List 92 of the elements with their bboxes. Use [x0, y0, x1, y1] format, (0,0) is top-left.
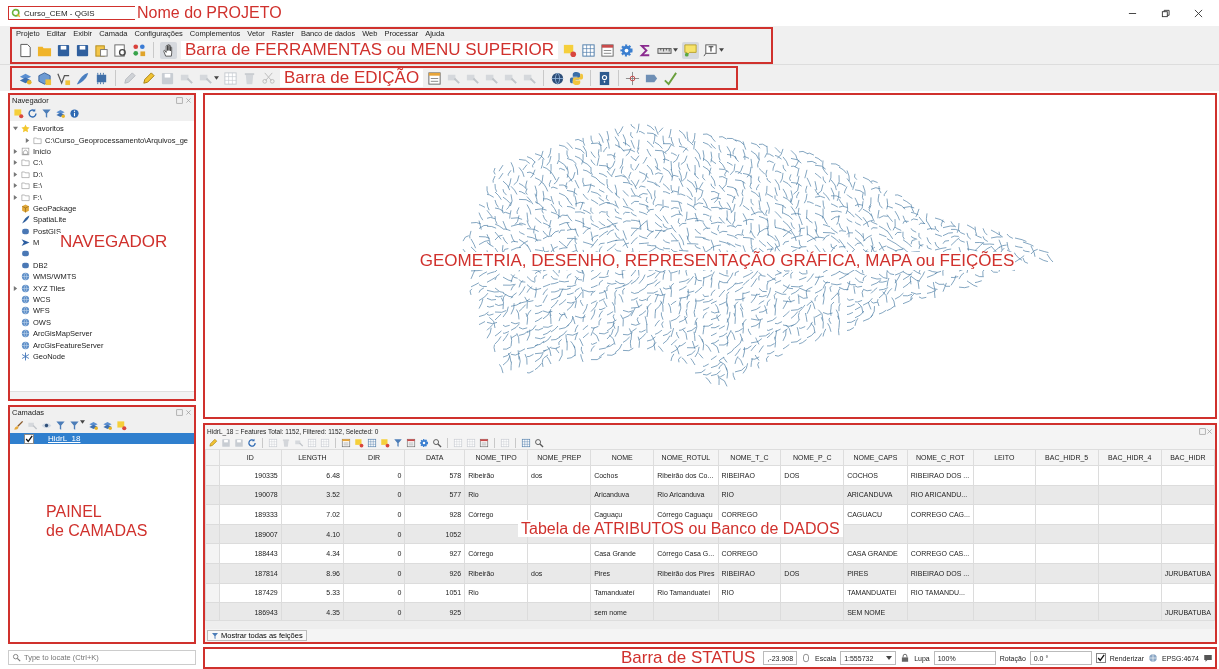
package-icon: [21, 203, 30, 213]
window-title: Curso_CEM - QGIS: [24, 8, 95, 18]
pan-hand-icon[interactable]: [160, 41, 177, 59]
expander-icon[interactable]: [13, 285, 18, 291]
polygon-layer-icon[interactable]: [37, 70, 52, 86]
page-icon[interactable]: [18, 42, 33, 58]
filter-icon[interactable]: [69, 420, 80, 431]
info-icon[interactable]: [69, 108, 80, 119]
feather-icon: [21, 215, 30, 225]
python-icon[interactable]: [569, 70, 585, 86]
message-icon[interactable]: [1203, 653, 1213, 663]
app-logo-icon: [11, 8, 21, 18]
expander-icon[interactable]: [13, 194, 18, 200]
table-icon[interactable]: [521, 438, 531, 448]
globe-icon: [21, 283, 30, 293]
selection-icon[interactable]: [380, 438, 390, 448]
checkbox[interactable]: [24, 433, 34, 444]
refresh-icon[interactable]: [27, 108, 38, 119]
crosshair-icon[interactable]: [625, 70, 641, 86]
caret-icon[interactable]: [673, 48, 679, 52]
expander-icon[interactable]: [13, 171, 18, 177]
star-icon: [21, 124, 30, 134]
refresh-icon[interactable]: [247, 438, 257, 448]
close-icon[interactable]: [1194, 8, 1203, 18]
caret-icon[interactable]: [719, 48, 725, 52]
filter-icon[interactable]: [41, 108, 52, 119]
search-icon: [12, 653, 21, 662]
selection-icon[interactable]: [116, 420, 127, 431]
search-icon[interactable]: [534, 438, 544, 448]
annotation-label: Nome do PROJETO: [137, 4, 282, 22]
globe-icon: [21, 272, 30, 282]
globe-icon: [21, 306, 30, 316]
preview-icon[interactable]: [113, 42, 128, 58]
chip-icon[interactable]: [94, 70, 109, 86]
filter-icon[interactable]: [55, 420, 66, 431]
annotation-label: Barra de STATUS: [619, 648, 757, 668]
home-icon: [21, 146, 30, 156]
expander-icon[interactable]: [13, 183, 18, 189]
expander-icon[interactable]: [13, 160, 18, 166]
layers-icon[interactable]: [55, 108, 66, 119]
gear-icon[interactable]: [419, 438, 429, 448]
gear-icon[interactable]: [619, 42, 635, 58]
table-icon[interactable]: [367, 438, 377, 448]
filter-icon: [211, 631, 219, 640]
annotation-label: Barra de FERRAMENTAS ou MENU SUPERIOR: [181, 40, 559, 60]
checkbox[interactable]: [1095, 653, 1106, 663]
expander-icon[interactable]: [13, 126, 18, 132]
calculator-icon[interactable]: [341, 438, 351, 448]
expander-icon[interactable]: [13, 148, 18, 154]
globe-icon[interactable]: [550, 70, 566, 86]
floppy-icon[interactable]: [75, 42, 90, 58]
scrollbar[interactable]: [205, 620, 1215, 629]
arrow-icon: [21, 238, 30, 248]
document-icon[interactable]: [94, 42, 109, 58]
search-icon[interactable]: [432, 438, 442, 448]
text-annotation-icon[interactable]: [703, 42, 719, 58]
map-canvas[interactable]: GEOMETRIA, DESENHO, REPRESENTAÇÃO GRÁFICA, MAPA ou FEIÇÕES: [203, 93, 1217, 419]
globe-icon: [21, 317, 30, 327]
globe-icon: [21, 329, 30, 339]
calculator-icon[interactable]: [427, 70, 443, 86]
globe-icon: [21, 295, 30, 305]
pencil-icon[interactable]: [141, 70, 156, 86]
caret-icon[interactable]: [214, 76, 219, 80]
table-icon[interactable]: [581, 42, 597, 58]
scrollbar[interactable]: [10, 391, 194, 399]
snowflake-icon: [21, 352, 30, 361]
eye-icon[interactable]: [41, 420, 52, 431]
lock-icon[interactable]: [900, 653, 911, 663]
brush-icon[interactable]: [13, 420, 24, 431]
caret-icon[interactable]: [80, 420, 85, 424]
database-icon: [21, 226, 30, 236]
restore-icon[interactable]: [1161, 8, 1170, 18]
feather-icon[interactable]: [75, 70, 90, 86]
annotation-label: GEOMETRIA, DESENHO, REPRESENTAÇÃO GRÁFICA, MAPA ou FEIÇÕES: [419, 251, 1015, 271]
expander-icon[interactable]: [25, 137, 30, 143]
selection-icon[interactable]: [13, 108, 24, 119]
calculator-icon[interactable]: [600, 42, 616, 58]
layers-icon[interactable]: [88, 420, 99, 431]
palette-icon[interactable]: [132, 42, 147, 58]
selection-icon[interactable]: [562, 42, 578, 58]
selection-icon[interactable]: [354, 438, 364, 448]
layers-icon[interactable]: [102, 420, 113, 431]
annotation-label: Barra de EDIÇÃO: [280, 68, 424, 88]
calculator-icon[interactable]: [406, 438, 416, 448]
floppy-icon[interactable]: [56, 42, 71, 58]
mouse-icon[interactable]: [801, 653, 812, 663]
globe-icon: [21, 340, 30, 350]
check-icon[interactable]: [663, 70, 679, 86]
layer-item[interactable]: HidrL_18: [10, 433, 194, 444]
caret-icon[interactable]: [886, 656, 893, 660]
folder-icon: [33, 135, 42, 145]
calculator-icon[interactable]: [479, 438, 489, 448]
